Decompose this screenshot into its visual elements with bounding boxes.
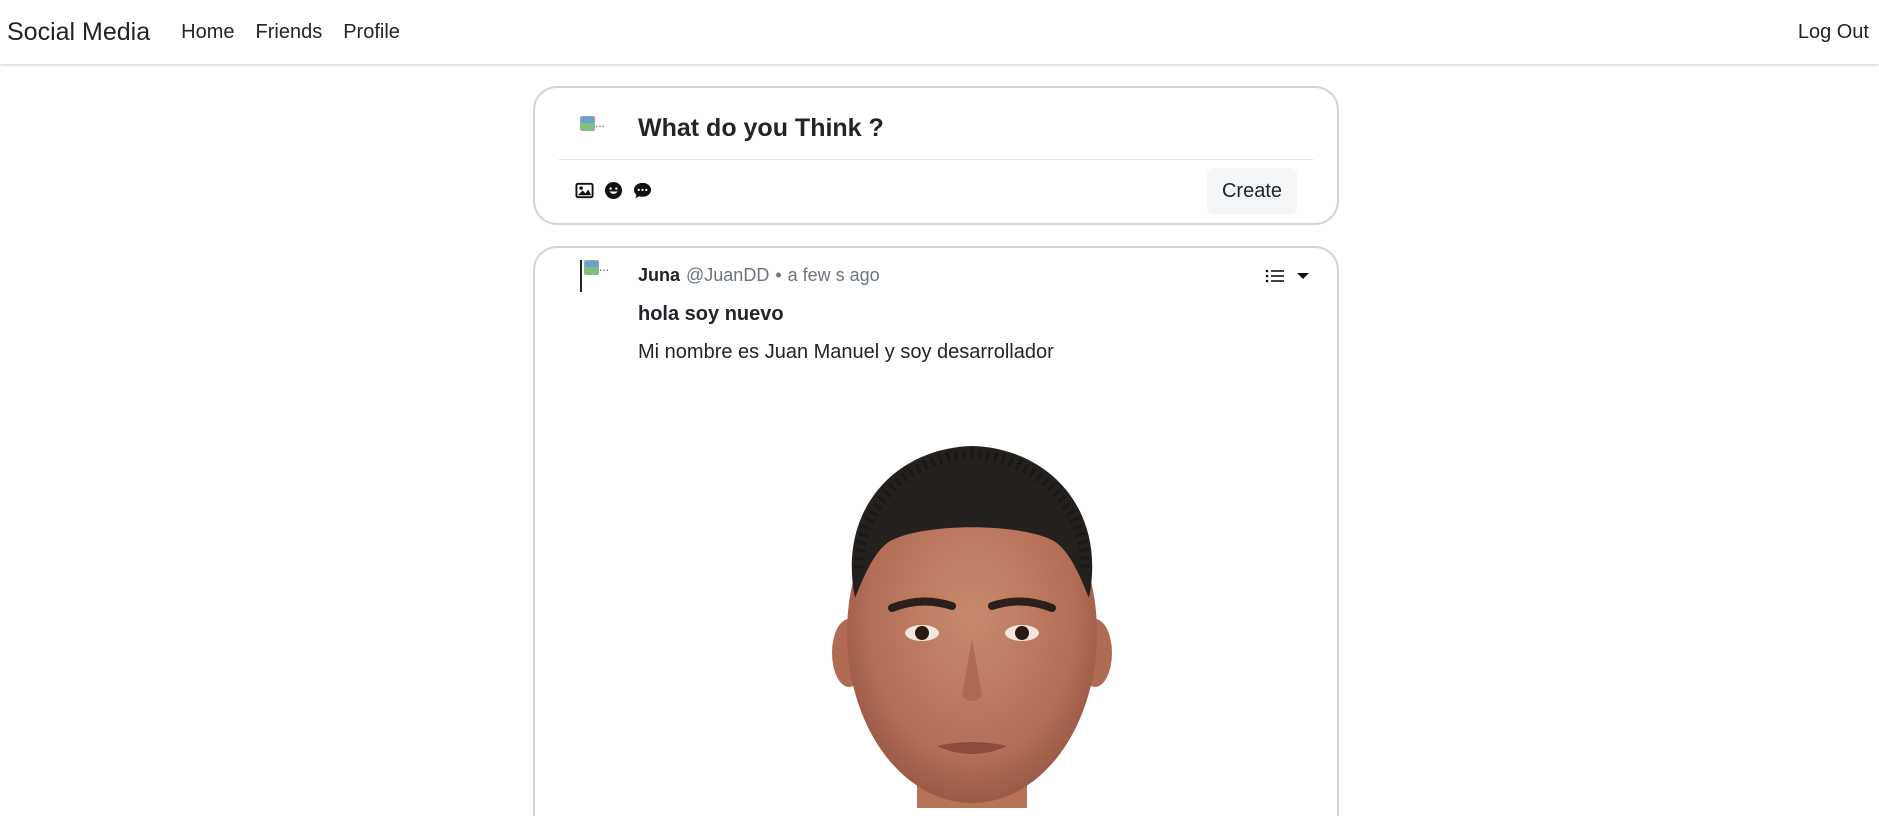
image-icon[interactable] [575, 181, 594, 200]
post-input[interactable] [638, 110, 1298, 146]
create-button[interactable]: Create [1207, 168, 1297, 214]
nav-links: Home Friends Profile [181, 21, 400, 44]
post-body: Mi nombre es Juan Manuel y soy desarroll… [638, 341, 1054, 363]
brand-link[interactable]: Social Media [7, 18, 150, 47]
post-timestamp: a few s ago [787, 265, 880, 285]
broken-image-icon [584, 260, 599, 275]
nav-profile-link[interactable]: Profile [343, 21, 400, 44]
post-options-dropdown[interactable] [1265, 268, 1309, 284]
top-navbar: Social Media Home Friends Profile Log Ou… [0, 0, 1879, 64]
post-card: ... Juna @JuanDD • a few s ago hola soy … [533, 246, 1339, 816]
post-tools [575, 181, 652, 200]
avatar-alt-text: ... [599, 260, 610, 274]
broken-image-icon [580, 116, 595, 131]
emoji-icon[interactable] [604, 181, 623, 200]
nav-friends-link[interactable]: Friends [256, 21, 323, 44]
logout-link[interactable]: Log Out [1798, 21, 1869, 44]
post-author[interactable]: Juna [638, 265, 680, 286]
post-header: Juna @JuanDD • a few s ago [638, 265, 880, 286]
separator-dot: • [775, 265, 782, 285]
list-icon [1265, 269, 1284, 283]
create-post-card: ... Create [533, 86, 1339, 225]
avatar-alt-text: ... [595, 116, 606, 130]
portrait-photo [797, 428, 1147, 808]
author-avatar[interactable]: ... [580, 260, 620, 292]
post-image[interactable] [797, 428, 1147, 808]
nav-home-link[interactable]: Home [181, 21, 234, 44]
chat-icon[interactable] [633, 181, 652, 200]
post-handle[interactable]: @JuanDD [686, 265, 769, 286]
create-divider [559, 159, 1313, 160]
caret-down-icon [1297, 273, 1309, 279]
post-title: hola soy nuevo [638, 303, 784, 325]
user-avatar: ... [580, 116, 616, 146]
